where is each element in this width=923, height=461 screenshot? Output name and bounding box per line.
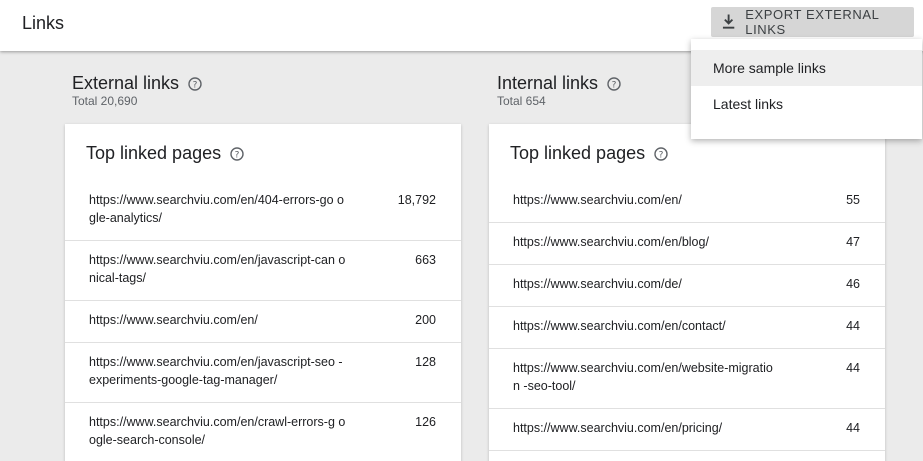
row-url: https://www.searchviu.com/en/ [513,193,682,207]
row-url: https://www.searchviu.com/en/404-errors-… [89,193,344,225]
svg-text:?: ? [612,80,617,90]
internal-top-linked-pages-card: Top linked pages ? https://www.searchviu… [489,124,885,461]
row-url: https://www.searchviu.com/de/ [513,277,682,291]
help-icon[interactable]: ? [607,76,621,91]
row-count: 44 [846,421,860,435]
svg-text:?: ? [193,80,198,90]
table-row[interactable]: https://www.searchviu.com/en/javascript-… [65,343,461,403]
row-url: https://www.searchviu.com/en/ [89,313,258,327]
external-links-total: Total 20,690 [72,94,138,108]
table-row[interactable]: https://www.searchviu.com/en/pricing/ 44 [489,409,885,451]
svg-text:?: ? [659,150,664,160]
row-count: 44 [846,319,860,333]
row-count: 663 [415,253,436,267]
card-title-text: Top linked pages [510,143,646,163]
table-row[interactable]: https://www.searchviu.com/en/contact/ 44 [489,307,885,349]
row-url: https://www.searchviu.com/en/javascript-… [89,355,343,387]
card-title: Top linked pages ? [510,143,668,164]
card-title-text: Top linked pages [86,143,222,163]
table-row[interactable]: https://www.searchviu.com/en/crawl-error… [65,403,461,461]
row-count: 18,792 [397,193,436,207]
row-count: 126 [415,415,436,429]
table-row[interactable]: https://www.searchviu.com/en/ 200 [65,301,461,343]
svg-text:?: ? [235,150,240,160]
table-row[interactable]: https://www.searchviu.com/en/javascript-… [65,241,461,301]
page-title: Links [22,13,65,33]
row-url: https://www.searchviu.com/en/pricing/ [513,421,723,435]
row-url: https://www.searchviu.com/en/blog/ [513,235,709,249]
external-links-table: https://www.searchviu.com/en/404-errors-… [65,181,461,461]
table-row[interactable]: https://www.searchviu.com/en/ 55 [489,181,885,223]
internal-links-table: https://www.searchviu.com/en/ 55 https:/… [489,181,885,451]
table-row[interactable]: https://www.searchviu.com/en/404-errors-… [65,181,461,241]
menu-item-more-sample-links[interactable]: More sample links [691,50,922,86]
export-dropdown-menu: More sample links Latest links [691,39,922,139]
card-title: Top linked pages ? [86,143,244,164]
row-count: 128 [415,355,436,369]
row-count: 44 [846,361,860,375]
download-icon [722,14,735,29]
table-row[interactable]: https://www.searchviu.com/en/website-mig… [489,349,885,409]
table-row[interactable]: https://www.searchviu.com/de/ 46 [489,265,885,307]
export-button-label: EXPORT EXTERNAL LINKS [745,7,879,37]
row-url: https://www.searchviu.com/en/contact/ [513,319,726,333]
menu-item-latest-links[interactable]: Latest links [691,86,922,122]
row-url: https://www.searchviu.com/en/crawl-error… [89,415,346,447]
help-icon[interactable]: ? [654,146,668,161]
internal-links-heading: Internal links ? [497,73,621,94]
row-count: 47 [846,235,860,249]
row-url: https://www.searchviu.com/en/website-mig… [513,361,773,393]
internal-links-total: Total 654 [497,94,546,108]
internal-links-title: Internal links [497,73,599,93]
help-icon[interactable]: ? [230,146,244,161]
external-links-heading: External links ? [72,73,202,94]
row-count: 46 [846,277,860,291]
row-count: 200 [415,313,436,327]
row-count: 55 [846,193,860,207]
row-url: https://www.searchviu.com/en/javascript-… [89,253,346,285]
external-top-linked-pages-card: Top linked pages ? https://www.searchviu… [65,124,461,461]
table-row[interactable]: https://www.searchviu.com/en/blog/ 47 [489,223,885,265]
help-icon[interactable]: ? [188,76,202,91]
external-links-title: External links [72,73,180,93]
export-external-links-button[interactable]: EXPORT EXTERNAL LINKS [711,7,914,37]
